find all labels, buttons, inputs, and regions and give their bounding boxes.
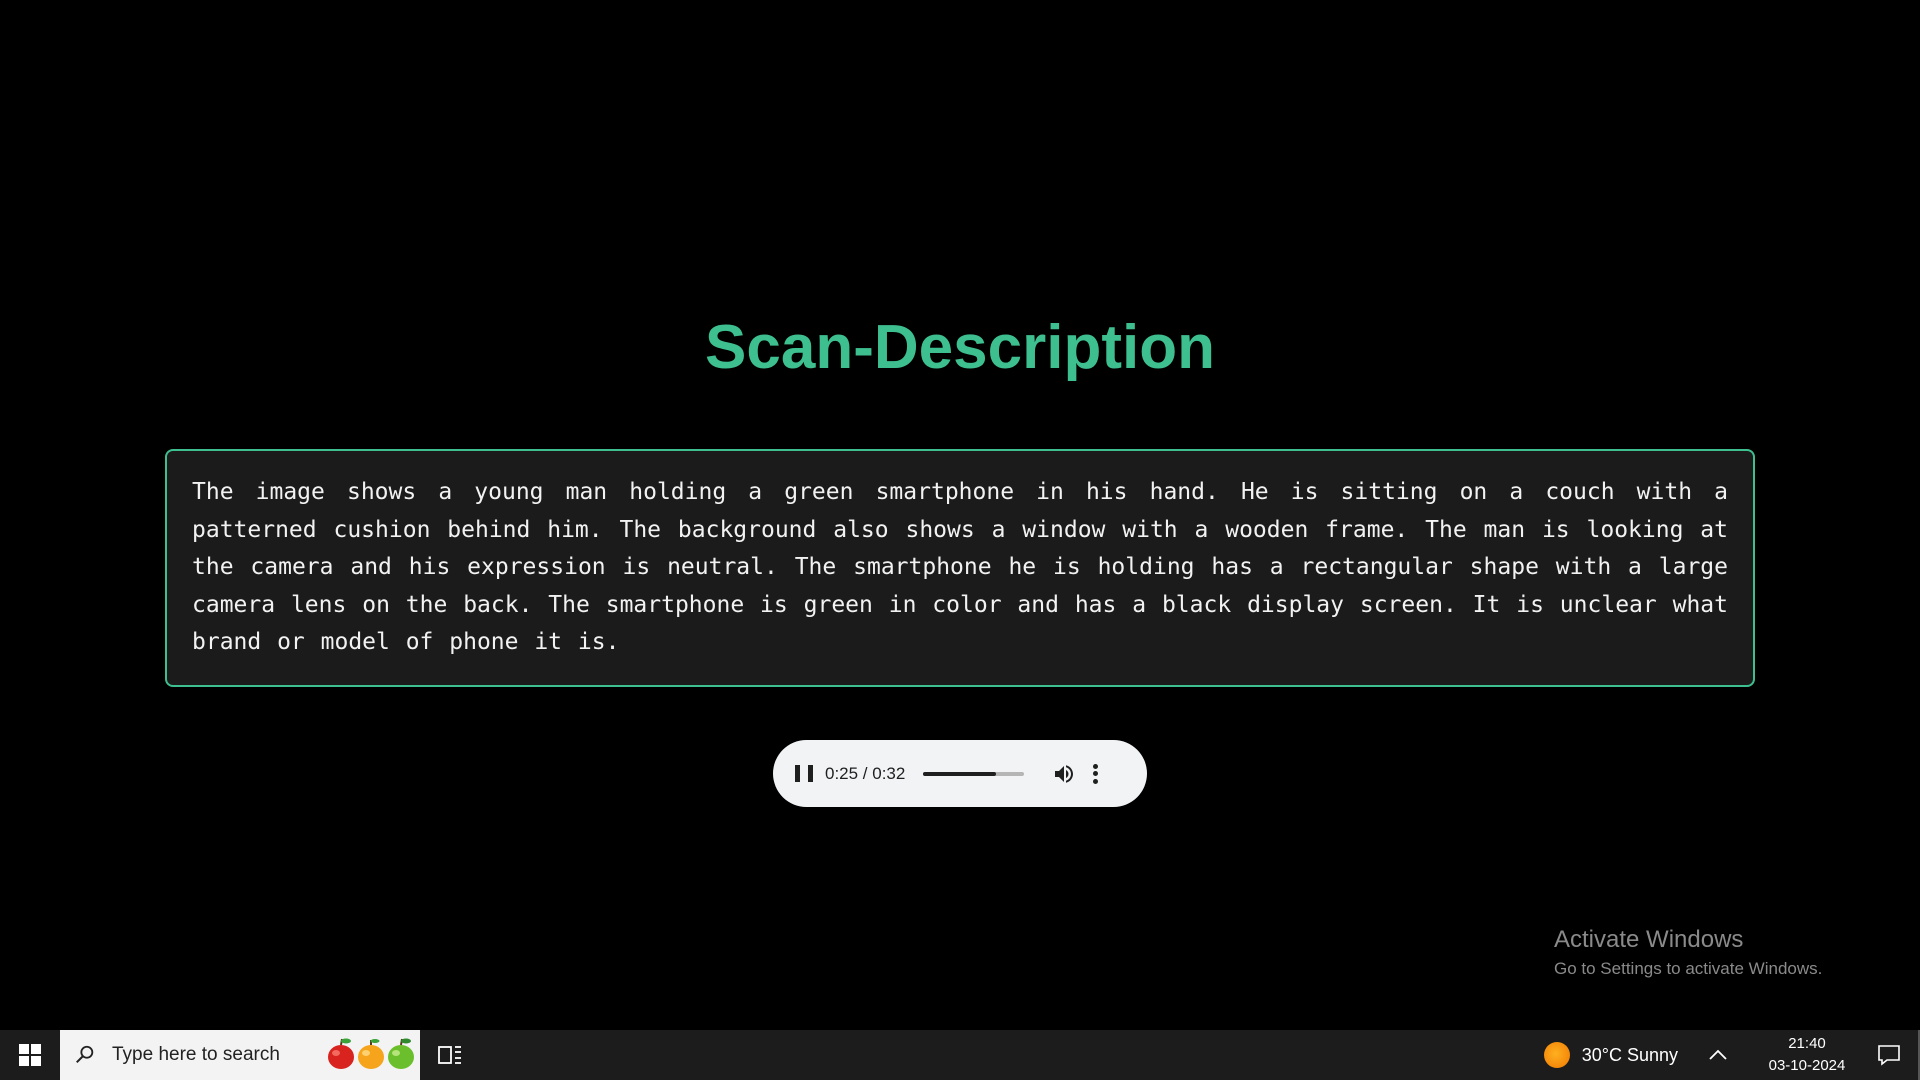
pause-icon[interactable] bbox=[795, 764, 813, 783]
fruit-icons[interactable] bbox=[326, 1035, 416, 1071]
task-view-button[interactable] bbox=[420, 1030, 480, 1080]
clock-time: 21:40 bbox=[1788, 1035, 1826, 1052]
audio-progress-bar[interactable] bbox=[923, 771, 1025, 776]
orange-fruit-icon bbox=[358, 1039, 384, 1069]
green-apple-icon bbox=[388, 1038, 414, 1069]
weather-text: 30°C Sunny bbox=[1581, 1044, 1678, 1065]
audio-time: 0:25 / 0:32 bbox=[825, 763, 906, 783]
system-tray: 30°C Sunny 21:40 03-10-2024 bbox=[1543, 1030, 1920, 1080]
search-icon bbox=[76, 1045, 94, 1064]
clock-date: 03-10-2024 bbox=[1768, 1057, 1846, 1074]
volume-icon[interactable] bbox=[1052, 762, 1076, 786]
weather-widget[interactable]: 30°C Sunny bbox=[1543, 1042, 1678, 1068]
audio-player: 0:25 / 0:32 bbox=[773, 740, 1147, 807]
sun-icon bbox=[1543, 1042, 1570, 1068]
taskbar-clock[interactable]: 21:40 03-10-2024 bbox=[1766, 1033, 1848, 1077]
taskbar-search-box[interactable]: Type here to search bbox=[60, 1030, 420, 1080]
windows-start-icon bbox=[19, 1044, 41, 1066]
audio-progress-fill bbox=[923, 771, 997, 776]
task-view-icon bbox=[438, 1046, 461, 1064]
taskbar: Type here to search 30°C Sunny 21:40 03-… bbox=[0, 1030, 1920, 1080]
start-button[interactable] bbox=[0, 1030, 60, 1080]
description-box: The image shows a young man holding a gr… bbox=[165, 449, 1755, 687]
search-placeholder: Type here to search bbox=[112, 1044, 280, 1065]
watermark-title: Activate Windows bbox=[1554, 926, 1744, 953]
notification-icon bbox=[1878, 1045, 1900, 1066]
notification-button[interactable] bbox=[1866, 1030, 1912, 1080]
page-title: Scan-Description bbox=[705, 313, 1215, 382]
show-hidden-icons-button[interactable] bbox=[1704, 1030, 1732, 1080]
red-apple-icon bbox=[328, 1038, 354, 1069]
page: Scan-Description The image shows a young… bbox=[0, 0, 1920, 1080]
activate-windows-watermark: Activate Windows Go to Settings to activ… bbox=[1554, 924, 1822, 980]
chevron-up-icon bbox=[1709, 1049, 1727, 1060]
watermark-subtitle: Go to Settings to activate Windows. bbox=[1554, 959, 1823, 978]
more-options-icon[interactable] bbox=[1092, 763, 1098, 784]
description-text: The image shows a young man holding a gr… bbox=[192, 479, 1728, 655]
